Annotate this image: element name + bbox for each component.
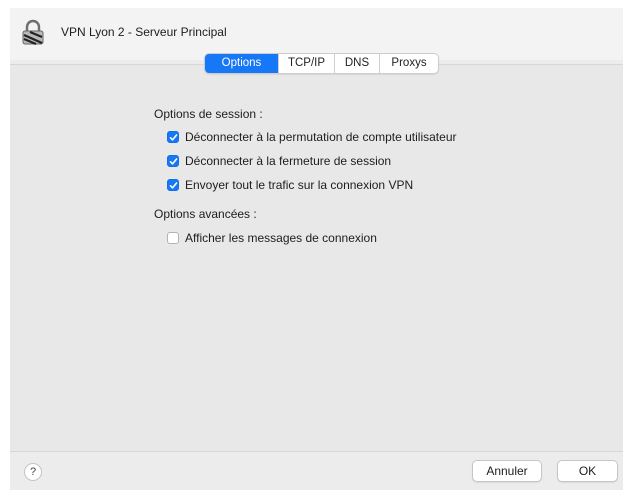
checkbox-checked[interactable] bbox=[167, 131, 179, 143]
checkbox-checked[interactable] bbox=[167, 155, 179, 167]
advanced-options-heading: Options avancées : bbox=[154, 207, 257, 221]
tab-options[interactable]: Options bbox=[205, 54, 278, 73]
vpn-settings-sheet: VPN Lyon 2 - Serveur Principal Options T… bbox=[10, 8, 623, 490]
tab-dns[interactable]: DNS bbox=[334, 54, 379, 73]
options-panel: Options de session : Déconnecter à la pe… bbox=[10, 64, 623, 452]
vpn-lock-icon bbox=[21, 19, 45, 46]
option-disconnect-user-switch[interactable]: Déconnecter à la permutation de compte u… bbox=[167, 128, 456, 146]
session-options-heading: Options de session : bbox=[154, 107, 263, 121]
option-send-all-traffic[interactable]: Envoyer tout le trafic sur la connexion … bbox=[167, 176, 413, 194]
ok-button[interactable]: OK bbox=[557, 460, 618, 482]
tab-bar: Options TCP/IP DNS Proxys bbox=[204, 53, 439, 74]
option-label: Déconnecter à la fermeture de session bbox=[185, 154, 392, 168]
cancel-button[interactable]: Annuler bbox=[472, 460, 542, 482]
checkbox-checked[interactable] bbox=[167, 179, 179, 191]
option-show-connection-messages[interactable]: Afficher les messages de connexion bbox=[167, 229, 377, 247]
checkbox-unchecked[interactable] bbox=[167, 232, 179, 244]
option-label: Afficher les messages de connexion bbox=[185, 231, 377, 245]
tab-tcp-ip[interactable]: TCP/IP bbox=[278, 54, 334, 73]
help-button[interactable]: ? bbox=[24, 463, 42, 481]
tab-proxys[interactable]: Proxys bbox=[379, 54, 438, 73]
option-label: Envoyer tout le trafic sur la connexion … bbox=[185, 178, 414, 192]
option-disconnect-logout[interactable]: Déconnecter à la fermeture de session bbox=[167, 152, 391, 170]
window-title: VPN Lyon 2 - Serveur Principal bbox=[61, 25, 227, 39]
option-label: Déconnecter à la permutation de compte u… bbox=[185, 130, 457, 144]
